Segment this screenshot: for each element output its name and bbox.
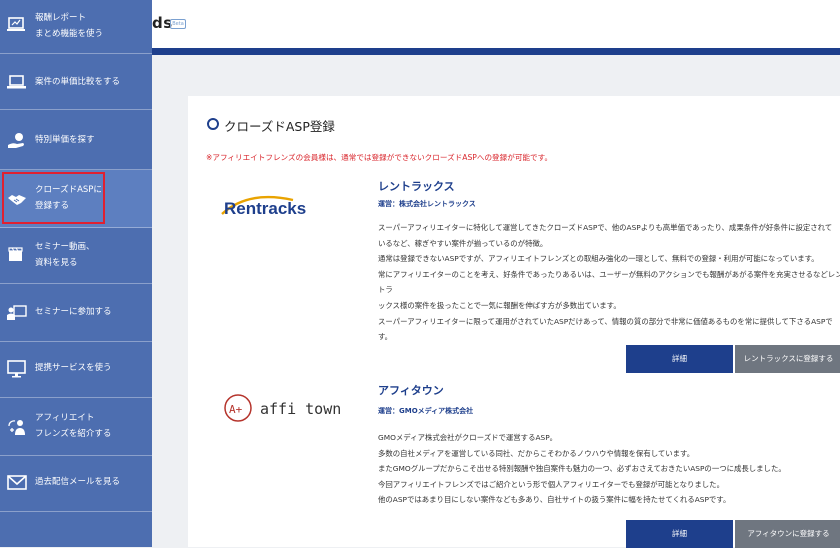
video-icon bbox=[7, 246, 27, 264]
svg-text:A+: A+ bbox=[229, 403, 243, 416]
sidebar-item-label: 過去配信メールを見る bbox=[35, 477, 121, 487]
users-icon bbox=[7, 418, 27, 436]
sidebar-item-label: クローズドASPに 登録する bbox=[35, 185, 102, 211]
affitown-detail-button[interactable]: 詳細 bbox=[626, 520, 733, 548]
asp-description: スーパーアフィリエイターに特化して運営してきたクローズドASPで、他のASPより… bbox=[378, 223, 840, 342]
asp-operator: 運営：株式会社レントラックス bbox=[378, 200, 476, 208]
sidebar: 報酬レポート まとめ機能を使う 案件の単価比較をする 特別単価を探す クローズド… bbox=[0, 0, 152, 547]
laptop-icon bbox=[7, 74, 27, 92]
beta-badge: Beta bbox=[170, 19, 186, 29]
header-divider bbox=[152, 48, 840, 55]
sidebar-item-seminar-video[interactable]: セミナー動画、 資料を見る bbox=[0, 228, 152, 284]
affitown-register-button[interactable]: アフィタウンに登録する bbox=[735, 520, 840, 548]
sidebar-item-label: 報酬レポート まとめ機能を使う bbox=[35, 13, 104, 39]
mail-icon bbox=[7, 474, 27, 492]
sidebar-item-label: セミナー動画、 資料を見る bbox=[35, 242, 95, 268]
sidebar-item-label: アフィリエイト フレンズを紹介する bbox=[35, 413, 112, 439]
rentracks-register-button[interactable]: レントラックスに登録する bbox=[735, 345, 840, 373]
sidebar-item-label: セミナーに参加する bbox=[35, 307, 112, 317]
report-icon bbox=[7, 16, 27, 34]
svg-text:affi town: affi town bbox=[260, 400, 341, 418]
rentracks-logo: Rentracks bbox=[221, 195, 306, 218]
member-notice: ※アフィリエイトフレンズの会員様は、通常では登録ができないクローズドASPへの登… bbox=[206, 153, 553, 162]
asp-operator: 運営：GMOメディア株式会社 bbox=[378, 407, 474, 415]
sidebar-item-label: 特別単価を探す bbox=[35, 135, 95, 145]
sidebar-item-past-mail[interactable]: 過去配信メールを見る bbox=[0, 456, 152, 512]
sidebar-item-refer-friends[interactable]: アフィリエイト フレンズを紹介する bbox=[0, 398, 152, 456]
rentracks-detail-button[interactable]: 詳細 bbox=[626, 345, 733, 373]
sidebar-item-partner-service[interactable]: 提携サービスを使う bbox=[0, 342, 152, 398]
hand-money-icon bbox=[7, 132, 27, 150]
sidebar-item-closed-asp[interactable]: クローズドASPに 登録する bbox=[0, 170, 152, 228]
asp-description: GMOメディア株式会社がクローズドで運営するASP。 多数の自社メディアを運営し… bbox=[378, 433, 786, 505]
closed-asp-card: クローズドASP登録 ※アフィリエイトフレンズの会員様は、通常では登録ができない… bbox=[188, 96, 840, 548]
sidebar-item-label: 案件の単価比較をする bbox=[35, 77, 121, 87]
sidebar-item-seminar-join[interactable]: セミナーに参加する bbox=[0, 284, 152, 342]
asp-name: レントラックス bbox=[378, 180, 455, 193]
sidebar-item-special-price[interactable]: 特別単価を探す bbox=[0, 110, 152, 170]
affitown-logo: A+ affi town bbox=[224, 394, 341, 422]
sidebar-item-price-compare[interactable]: 案件の単価比較をする bbox=[0, 54, 152, 110]
top-header: ds Beta bbox=[152, 0, 840, 48]
asp-name: アフィタウン bbox=[378, 384, 444, 397]
svg-text:Rentracks: Rentracks bbox=[224, 199, 306, 218]
page-title: クローズドASP登録 bbox=[224, 119, 335, 134]
monitor-icon bbox=[7, 360, 27, 378]
sidebar-item-report[interactable]: 報酬レポート まとめ機能を使う bbox=[0, 0, 152, 54]
handshake-icon bbox=[7, 190, 27, 208]
sidebar-item-label: 提携サービスを使う bbox=[35, 363, 112, 373]
seminar-icon bbox=[7, 304, 27, 322]
